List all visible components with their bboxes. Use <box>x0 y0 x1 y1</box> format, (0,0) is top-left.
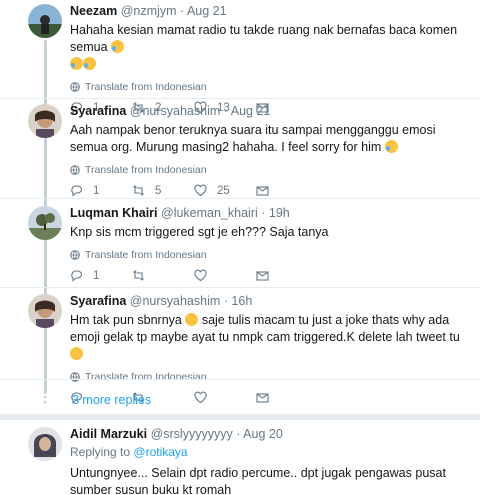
author-name[interactable]: Syarafina <box>70 294 126 308</box>
timestamp[interactable]: Aug 20 <box>243 427 283 441</box>
divider <box>0 198 480 199</box>
direct-message-button[interactable] <box>256 391 318 404</box>
like-button[interactable] <box>194 391 256 404</box>
tweet-text: Hahaha kesian mamat radio tu takde ruang… <box>70 22 470 73</box>
translate-label: Translate from Indonesian <box>85 249 207 261</box>
separator-dot: · <box>223 104 228 118</box>
translate-link[interactable]: Translate from Indonesian <box>70 249 470 261</box>
tears-of-joy-emoji-icon <box>70 57 83 70</box>
heart-icon <box>194 184 207 197</box>
author-handle[interactable]: @nursyahashim <box>130 294 221 308</box>
direct-message-button[interactable] <box>256 269 318 282</box>
globe-icon <box>70 165 80 175</box>
author-name[interactable]: Luqman Khairi <box>70 206 158 220</box>
heart-icon <box>194 391 207 404</box>
like-count: 25 <box>217 184 230 197</box>
reply-count: 1 <box>93 184 100 197</box>
replying-to-handle-link[interactable]: @rotikaya <box>133 445 187 459</box>
reply-count: 1 <box>93 269 100 282</box>
avatar[interactable] <box>28 104 62 138</box>
author-handle[interactable]: @nzmjym <box>121 4 177 18</box>
timestamp[interactable]: 16h <box>231 294 252 308</box>
author-handle[interactable]: @nursyahashim <box>130 104 221 118</box>
like-button[interactable]: 25 <box>194 184 256 197</box>
tears-of-joy-emoji-icon <box>83 57 96 70</box>
timestamp[interactable]: Aug 21 <box>231 104 271 118</box>
separator-dot: · <box>261 206 266 220</box>
envelope-icon <box>256 186 269 196</box>
conversation-separator <box>0 414 480 420</box>
grimace-emoji-icon <box>185 313 199 326</box>
timestamp[interactable]: Aug 21 <box>187 4 227 18</box>
tweet-text: Hm tak pun sbnrnya saje tulis macam tu j… <box>70 312 470 363</box>
tears-of-joy-emoji-icon <box>111 40 125 53</box>
divider <box>0 287 480 288</box>
reply-button[interactable]: 1 <box>70 184 132 197</box>
sad-face-emoji-icon <box>70 347 83 360</box>
more-replies-link[interactable]: 3 more replies <box>72 393 151 407</box>
translate-label: Translate from Indonesian <box>85 81 207 93</box>
replying-to-label: Replying to <box>70 445 131 459</box>
separator-dot: · <box>236 427 241 441</box>
tweet-text: Aah nampak benor teruknya suara itu samp… <box>70 122 470 156</box>
envelope-icon <box>256 393 269 403</box>
divider <box>0 98 480 99</box>
translate-link[interactable]: Translate from Indonesian <box>70 371 470 383</box>
globe-icon <box>70 250 80 260</box>
tweet-text-content: Hahaha kesian mamat radio tu takde ruang… <box>70 23 458 54</box>
direct-message-button[interactable] <box>256 184 318 197</box>
retweet-button[interactable]: 5 <box>132 184 194 197</box>
reply-icon <box>71 185 83 197</box>
avatar[interactable] <box>28 4 62 38</box>
separator-dot: · <box>179 4 185 18</box>
tweet-text: Knp sis mcm triggered sgt je eh??? Saja … <box>70 225 329 239</box>
author-name[interactable]: Aidil Marzuki <box>70 427 147 441</box>
envelope-icon <box>256 271 269 281</box>
avatar[interactable] <box>28 206 62 240</box>
translate-label: Translate from Indonesian <box>85 164 207 176</box>
translate-label: Translate from Indonesian <box>85 371 207 383</box>
tweet-text-part: Hm tak pun sbnrnya <box>70 313 182 327</box>
author-name[interactable]: Syarafina <box>70 104 126 118</box>
globe-icon <box>70 372 80 382</box>
avatar[interactable] <box>28 294 62 328</box>
heart-icon <box>194 269 207 282</box>
like-button[interactable] <box>194 269 256 282</box>
author-handle[interactable]: @lukeman_khairi <box>161 206 258 220</box>
tweet-text-content: Aah nampak benor teruknya suara itu samp… <box>70 123 436 154</box>
translate-link[interactable]: Translate from Indonesian <box>70 164 470 176</box>
retweet-button[interactable] <box>132 269 194 282</box>
divider <box>0 379 480 380</box>
separator-dot: · <box>223 294 228 308</box>
tweet-text: Untungnyee... Selain dpt radio percume..… <box>70 466 446 495</box>
globe-icon <box>70 82 80 92</box>
reply-icon <box>71 270 83 282</box>
reply-button[interactable]: 1 <box>70 269 132 282</box>
author-name[interactable]: Neezam <box>70 4 117 18</box>
author-handle[interactable]: @srslyyyyyyyy <box>151 427 233 441</box>
retweet-icon <box>133 185 144 196</box>
retweet-icon <box>133 270 144 281</box>
tears-of-joy-emoji-icon <box>384 140 398 153</box>
retweet-count: 5 <box>155 184 162 197</box>
tweet-actions: 1 5 25 <box>70 184 470 197</box>
replying-to: Replying to @rotikaya <box>70 445 470 459</box>
tweet-actions: 1 <box>70 269 470 282</box>
timestamp[interactable]: 19h <box>269 206 290 220</box>
translate-link[interactable]: Translate from Indonesian <box>70 81 470 93</box>
avatar[interactable] <box>28 427 62 461</box>
more-replies-dots-icon <box>40 390 50 404</box>
